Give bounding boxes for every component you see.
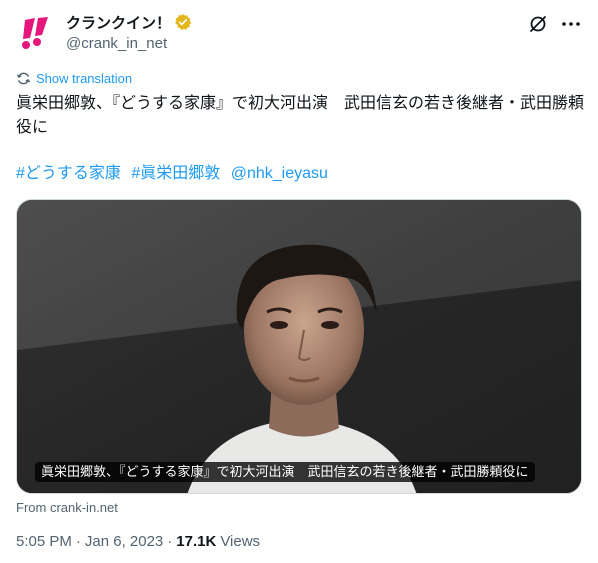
tweet-header: クランクイン！ @crank_in_net	[16, 12, 582, 56]
translate-icon	[16, 72, 31, 84]
tweet-card: クランクイン！ @crank_in_net Show translation 眞…	[0, 0, 598, 563]
display-name[interactable]: クランクイン！	[66, 12, 171, 33]
avatar[interactable]	[16, 12, 56, 52]
tweet-hashtags: #どうする家康 #眞栄田郷敦 @nhk_ieyasu	[16, 162, 334, 186]
hashtag-link[interactable]: #眞栄田郷敦	[131, 165, 220, 182]
crank-in-logo-icon	[16, 12, 56, 52]
grok-icon[interactable]	[528, 14, 548, 34]
media-caption: 眞栄田郷敦、『どうする家康』で初大河出演 武田信玄の若き後継者・武田勝頼役に	[35, 462, 535, 482]
handle[interactable]: @crank_in_net	[66, 34, 192, 54]
tweet-text: 眞栄田郷敦、『どうする家康』で初大河出演 武田信玄の若き後継者・武田勝頼役に	[16, 95, 585, 136]
gold-verified-badge-icon	[175, 14, 192, 31]
more-icon[interactable]	[560, 14, 582, 34]
hashtag-link[interactable]: #どうする家康	[16, 165, 121, 182]
author-names: クランクイン！ @crank_in_net	[66, 12, 192, 54]
views-label: Views	[220, 533, 261, 550]
meta-separator: ·	[75, 533, 81, 550]
link-source[interactable]: From crank-in.net	[16, 500, 118, 515]
show-translation-link[interactable]: Show translation	[16, 70, 132, 86]
views-count: 17.1K	[176, 533, 217, 550]
tweet-date[interactable]: Jan 6, 2023	[85, 533, 163, 550]
show-translation-label: Show translation	[36, 70, 133, 86]
tweet-time[interactable]: 5:05 PM	[16, 533, 72, 550]
media-card[interactable]: 眞栄田郷敦、『どうする家康』で初大河出演 武田信玄の若き後継者・武田勝頼役に	[16, 199, 582, 494]
meta-separator: ·	[167, 533, 173, 550]
media-photo	[17, 200, 581, 493]
tweet-meta: 5:05 PM · Jan 6, 2023 · 17.1K Views	[16, 533, 260, 550]
mention-link[interactable]: @nhk_ieyasu	[231, 165, 328, 182]
